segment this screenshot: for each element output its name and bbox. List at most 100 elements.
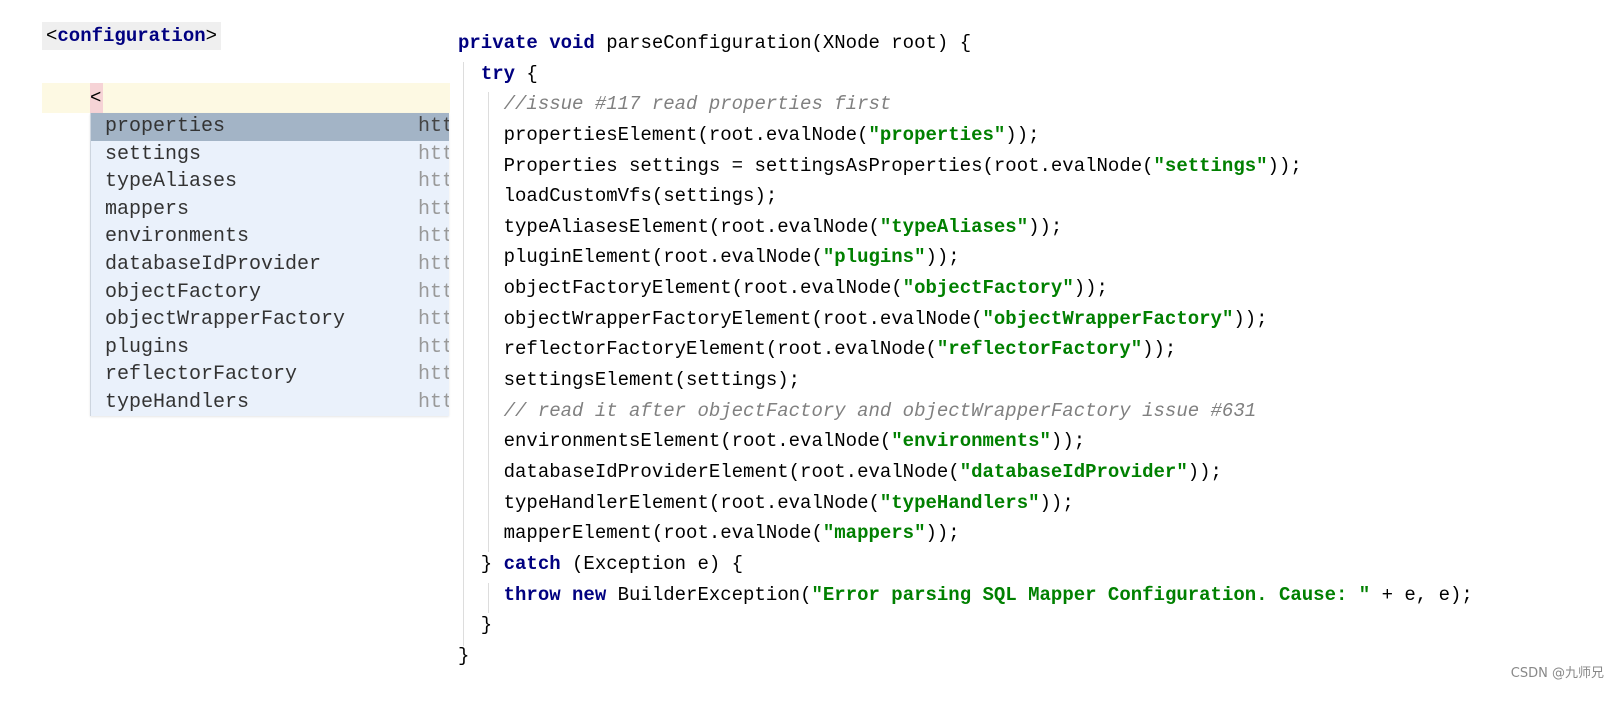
code-line: }: [458, 610, 1473, 641]
code-text: pluginElement(root.evalNode(: [458, 246, 823, 269]
code-line: private void parseConfiguration(XNode ro…: [458, 28, 1473, 59]
completion-item[interactable]: databaseIdProvider htt: [91, 251, 449, 279]
code-text: ));: [1073, 277, 1108, 300]
code-text: settingsElement(settings);: [458, 369, 801, 392]
string-literal: "databaseIdProvider": [959, 460, 1188, 483]
completion-item-name: reflectorFactory: [105, 363, 298, 387]
completion-item-namespace: htt: [418, 390, 449, 414]
code-text: propertiesElement(root.evalNode(: [458, 123, 869, 146]
code-text: ));: [1267, 154, 1302, 177]
code-line: }: [458, 641, 1473, 672]
tag-bracket: <: [46, 25, 58, 47]
code-text: parseConfiguration(XNode root) {: [606, 32, 972, 54]
completion-item-name: objectFactory: [105, 280, 262, 304]
completion-item-namespace: htt: [418, 197, 449, 221]
current-line-highlight: [42, 83, 450, 113]
completion-item-namespace: htt: [418, 280, 449, 304]
code-text: objectWrapperFactoryElement(root.evalNod…: [458, 307, 983, 330]
completion-item[interactable]: typeHandlers htt: [91, 389, 449, 416]
code-line: propertiesElement(root.evalNode("propert…: [458, 120, 1473, 151]
completion-item-namespace: htt: [418, 308, 449, 332]
completion-item-namespace: htt: [418, 225, 449, 249]
code-text: mapperElement(root.evalNode(: [458, 522, 823, 545]
code-line: objectFactoryElement(root.evalNode("obje…: [458, 273, 1473, 304]
code-text: environmentsElement(root.evalNode(: [458, 430, 892, 453]
string-literal: "objectWrapperFactory": [982, 307, 1234, 330]
code-text: loadCustomVfs(settings);: [458, 185, 778, 208]
string-literal: "environments": [891, 430, 1051, 453]
completion-item[interactable]: typeAliases htt: [91, 168, 449, 196]
completion-item-name: mappers: [105, 197, 190, 221]
code-line: objectWrapperFactoryElement(root.evalNod…: [458, 304, 1473, 335]
code-text: objectFactoryElement(root.evalNode(: [458, 277, 903, 300]
string-literal: "properties": [868, 123, 1006, 146]
code-text: ));: [925, 522, 960, 545]
code-line: try {: [458, 59, 1473, 90]
watermark: CSDN @九师兄: [1510, 666, 1604, 681]
completion-item[interactable]: mappers htt: [91, 196, 449, 224]
code-line: typeHandlerElement(root.evalNode("typeHa…: [458, 488, 1473, 519]
tag-bracket: >: [205, 25, 218, 47]
completion-item[interactable]: settings htt: [91, 141, 449, 169]
code-line: settingsElement(settings);: [458, 365, 1473, 396]
keyword: catch: [503, 552, 561, 575]
completion-item[interactable]: objectFactory htt: [91, 279, 449, 307]
code-line: databaseIdProviderElement(root.evalNode(…: [458, 457, 1473, 488]
comment: //issue #117 read properties first: [503, 93, 892, 116]
completion-item-name: properties: [105, 115, 226, 138]
code-text: typeAliasesElement(root.evalNode(: [458, 215, 880, 238]
code-text: Properties settings = settingsAsProperti…: [458, 154, 1154, 177]
completion-item-namespace: htt: [418, 252, 449, 276]
string-literal: "reflectorFactory": [936, 338, 1143, 361]
typed-bracket[interactable]: <: [90, 83, 103, 113]
completion-item-namespace: htt: [418, 142, 449, 166]
completion-item[interactable]: objectWrapperFactory htt: [91, 306, 449, 334]
completion-item[interactable]: reflectorFactory htt: [91, 361, 449, 389]
code-line: throw new BuilderException("Error parsin…: [458, 580, 1473, 611]
code-text: (Exception e) {: [560, 552, 744, 575]
keyword: try: [480, 62, 516, 85]
code-text: databaseIdProviderElement(root.evalNode(: [458, 460, 960, 483]
keyword: private void: [458, 32, 607, 54]
code-line: pluginElement(root.evalNode("plugins"));: [458, 242, 1473, 273]
string-literal: "typeHandlers": [879, 491, 1040, 514]
completion-popup[interactable]: propertieshttsettingshtttypeAliaseshttma…: [90, 113, 449, 416]
completion-item-name: databaseIdProvider: [105, 252, 322, 276]
code-text: BuilderException(: [617, 583, 812, 606]
code-text: }: [458, 614, 493, 637]
completion-item[interactable]: properties htt: [91, 113, 449, 141]
code-text: ));: [1233, 307, 1268, 330]
completion-item[interactable]: plugins htt: [91, 334, 449, 362]
code-line: // read it after objectFactory and objec…: [458, 396, 1473, 427]
string-literal: "typeAliases": [879, 215, 1029, 238]
code-line: loadCustomVfs(settings);: [458, 181, 1473, 212]
completion-item-name: objectWrapperFactory: [105, 308, 346, 332]
code-line: } catch (Exception e) {: [458, 549, 1473, 580]
code-line: //issue #117 read properties first: [458, 89, 1473, 120]
code-line: reflectorFactoryElement(root.evalNode("r…: [458, 334, 1473, 365]
completion-item-name: settings: [105, 142, 202, 166]
code-text: ));: [1005, 123, 1040, 146]
string-literal: "Error parsing SQL Mapper Configuration.…: [811, 583, 1371, 606]
code-text: ));: [1050, 430, 1086, 453]
code-text: }: [458, 644, 470, 667]
code-line: typeAliasesElement(root.evalNode("typeAl…: [458, 212, 1473, 243]
keyword: throw new: [503, 583, 618, 606]
code-text: reflectorFactoryElement(root.evalNode(: [458, 338, 937, 361]
code-text: ));: [1142, 338, 1177, 361]
tag-name: configuration: [57, 25, 206, 47]
code-text: ));: [1039, 491, 1074, 514]
code-text: {: [515, 62, 538, 85]
completion-item-name: typeHandlers: [105, 390, 250, 414]
comment: // read it after objectFactory and objec…: [503, 399, 1257, 422]
code-line: mapperElement(root.evalNode("mappers"));: [458, 518, 1473, 549]
string-literal: "mappers": [822, 522, 926, 545]
completion-item[interactable]: environments htt: [91, 223, 449, 251]
string-literal: "settings": [1153, 154, 1268, 177]
code-text: + e, e);: [1370, 583, 1473, 606]
code-editor[interactable]: private void parseConfiguration(XNode ro…: [458, 28, 1473, 671]
completion-item-name: plugins: [105, 335, 190, 359]
